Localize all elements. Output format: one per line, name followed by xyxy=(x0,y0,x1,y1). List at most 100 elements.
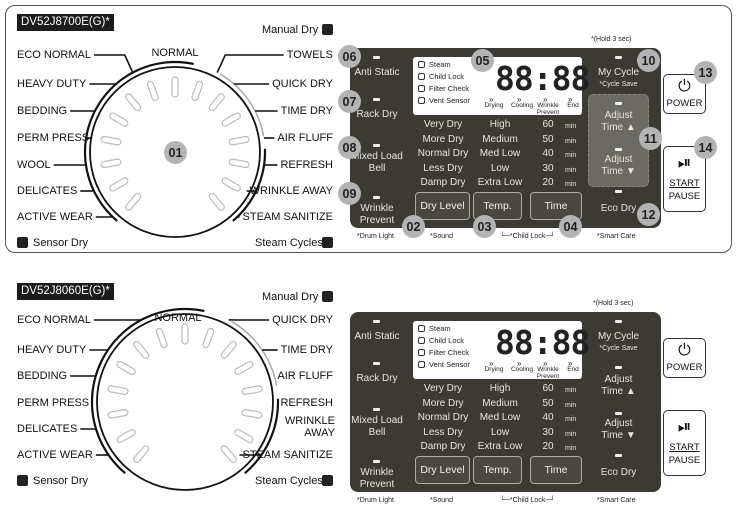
indicator-child-lock: Child Lock xyxy=(429,336,465,345)
indicator-led xyxy=(615,412,622,415)
cycle-label-right[interactable]: STEAM SANITIZE xyxy=(243,211,333,223)
progress-2: Wrinkle Prevent xyxy=(536,366,560,380)
indicator-led xyxy=(373,98,380,101)
play-pause-icon: ⏯ xyxy=(677,417,692,436)
eco-dry-button[interactable]: Eco Dry xyxy=(588,467,649,479)
cycle-label-right[interactable]: REFRESH xyxy=(280,159,333,171)
cycle-label-left[interactable]: HEAVY DUTY xyxy=(17,344,86,356)
sensor-dry-label: Sensor Dry xyxy=(33,237,89,249)
cycle-label-right[interactable]: QUICK DRY xyxy=(272,314,333,326)
dry-level-button[interactable]: Dry Level xyxy=(415,456,470,484)
cycle-label-left[interactable]: DELICATES xyxy=(17,185,77,197)
indicator-led xyxy=(615,148,622,151)
dial-label-normal[interactable]: NORMAL xyxy=(150,47,200,59)
steam-cycles-label: Steam Cycles xyxy=(255,237,323,249)
cycle-label-right[interactable]: TIME DRY xyxy=(281,105,333,117)
progress-2: Wrinkle Prevent xyxy=(536,102,560,116)
power-icon: ⏻ xyxy=(678,78,691,95)
badge-07: 07 xyxy=(338,90,361,113)
time-unit: min xyxy=(565,166,577,174)
option-rack-dry[interactable]: Rack Dry xyxy=(350,109,404,121)
indicator-led xyxy=(373,196,380,199)
time-unit: min xyxy=(565,401,577,409)
footnote: *Sound xyxy=(430,233,453,240)
time-unit: min xyxy=(565,387,577,394)
time-digits: 88:88 xyxy=(495,323,590,362)
cycle-label-right[interactable]: STEAM SANITIZE xyxy=(243,449,333,461)
indicator-filter-check: Filter Check xyxy=(429,84,470,93)
adjust-time-up-button[interactable]: Adjust Time ▲ xyxy=(593,374,644,398)
cycle-label-left[interactable]: PERM PRESS xyxy=(17,397,89,409)
badge-02: 02 xyxy=(402,215,425,238)
cycle-label-left[interactable]: DELICATES xyxy=(17,423,77,435)
child-lock-icon xyxy=(418,337,425,344)
table-dry_levels-value: Less Dry xyxy=(423,426,463,438)
sensor-dry-label: Sensor Dry xyxy=(33,475,89,487)
cycle-label-left[interactable]: ACTIVE WEAR xyxy=(17,449,93,461)
footnote: *Drum Light xyxy=(357,233,394,240)
progress-1: Cooling xyxy=(510,366,534,373)
badge-01: 01 xyxy=(164,141,187,164)
footnote: *Sound xyxy=(430,497,453,504)
indicator-led xyxy=(373,460,380,463)
cycle-dial[interactable] xyxy=(96,313,274,491)
pause-label: PAUSE xyxy=(668,455,701,466)
cycle-label-left[interactable]: PERM PRESS xyxy=(17,132,89,144)
table-dry_levels-value: More Dry xyxy=(422,397,464,409)
power-icon: ⏻ xyxy=(678,342,691,359)
cycle-label-right[interactable]: WRINKLE AWAY xyxy=(277,415,335,439)
option-mixed-load-bell[interactable]: Mixed Load Bell xyxy=(350,415,404,439)
time-unit: min xyxy=(565,152,577,159)
adjust-time-down-button[interactable]: Adjust Time ▼ xyxy=(593,154,644,178)
option-rack-dry[interactable]: Rack Dry xyxy=(350,373,404,385)
indicator-led xyxy=(615,56,622,59)
option-anti-static[interactable]: Anti Static xyxy=(350,67,404,79)
progress-0: Drying xyxy=(484,102,504,109)
power-button[interactable]: ⏻ POWER xyxy=(663,338,706,378)
table-dry_levels-value: Normal Dry xyxy=(417,148,469,159)
cycle-label-right[interactable]: AIR FLUFF xyxy=(277,370,333,382)
progress-3: End xyxy=(567,366,579,373)
cycle-label-right[interactable]: TIME DRY xyxy=(281,344,333,356)
adjust-time-up-button[interactable]: Adjust Time ▲ xyxy=(593,110,644,134)
adjust-time-down-button[interactable]: Adjust Time ▼ xyxy=(593,418,644,442)
dial-label-normal[interactable]: NORMAL xyxy=(153,312,203,324)
dry-level-button[interactable]: Dry Level xyxy=(415,192,470,220)
start-pause-button[interactable]: ⏯ START PAUSE xyxy=(663,410,706,476)
hold-note: *(Hold 3 sec) xyxy=(591,36,632,43)
cycle-save-note: *Cycle Save xyxy=(599,345,638,352)
cycle-label-right[interactable]: AIR FLUFF xyxy=(277,132,333,144)
cycle-label-left[interactable]: ECO NORMAL xyxy=(17,49,91,61)
cycle-label-left[interactable]: HEAVY DUTY xyxy=(17,78,86,90)
indicator-led xyxy=(373,362,380,365)
time-unit: min xyxy=(565,123,577,130)
progress-0: Drying xyxy=(484,366,504,373)
time-button[interactable]: Time xyxy=(530,456,582,484)
cycle-label-right[interactable]: TOWELS xyxy=(287,49,333,61)
table-dry_levels-value: Damp Dry xyxy=(420,177,466,188)
badge-03: 03 xyxy=(473,215,496,238)
model-number: DV52J8700E(G)* xyxy=(17,14,114,31)
indicator-steam: Steam xyxy=(429,324,451,333)
footnote: *Drum Light xyxy=(357,497,394,504)
option-anti-static[interactable]: Anti Static xyxy=(350,331,404,343)
control-panel: Anti Static Rack Dry Mixed Load Bell Wrinkl… xyxy=(350,312,661,492)
my-cycle-button[interactable]: My Cycle xyxy=(588,331,649,343)
option-wrinkle-prevent[interactable]: Wrinkle Prevent xyxy=(350,467,404,491)
cycle-label-left[interactable]: BEDDING xyxy=(17,370,67,382)
cycle-label-left[interactable]: BEDDING xyxy=(17,105,67,117)
indicator-vent-sensor: Vent Sensor xyxy=(429,96,470,105)
cycle-label-left[interactable]: ACTIVE WEAR xyxy=(17,211,93,223)
leader-line xyxy=(216,54,284,73)
badge-09: 09 xyxy=(338,182,361,205)
cycle-label-right[interactable]: REFRESH xyxy=(280,397,333,409)
cycle-label-left[interactable]: ECO NORMAL xyxy=(17,314,91,326)
cycle-label-right[interactable]: WRINKLE AWAY xyxy=(250,185,333,197)
cycle-label-left[interactable]: WOOL xyxy=(17,159,51,171)
manual-dry-label: Manual Dry xyxy=(262,291,319,303)
option-wrinkle-prevent[interactable]: Wrinkle Prevent xyxy=(350,203,404,227)
filter-check-icon xyxy=(418,349,425,356)
temp-button[interactable]: Temp. xyxy=(473,456,522,484)
cycle-label-right[interactable]: QUICK DRY xyxy=(272,78,333,90)
time-unit: min xyxy=(565,137,577,145)
